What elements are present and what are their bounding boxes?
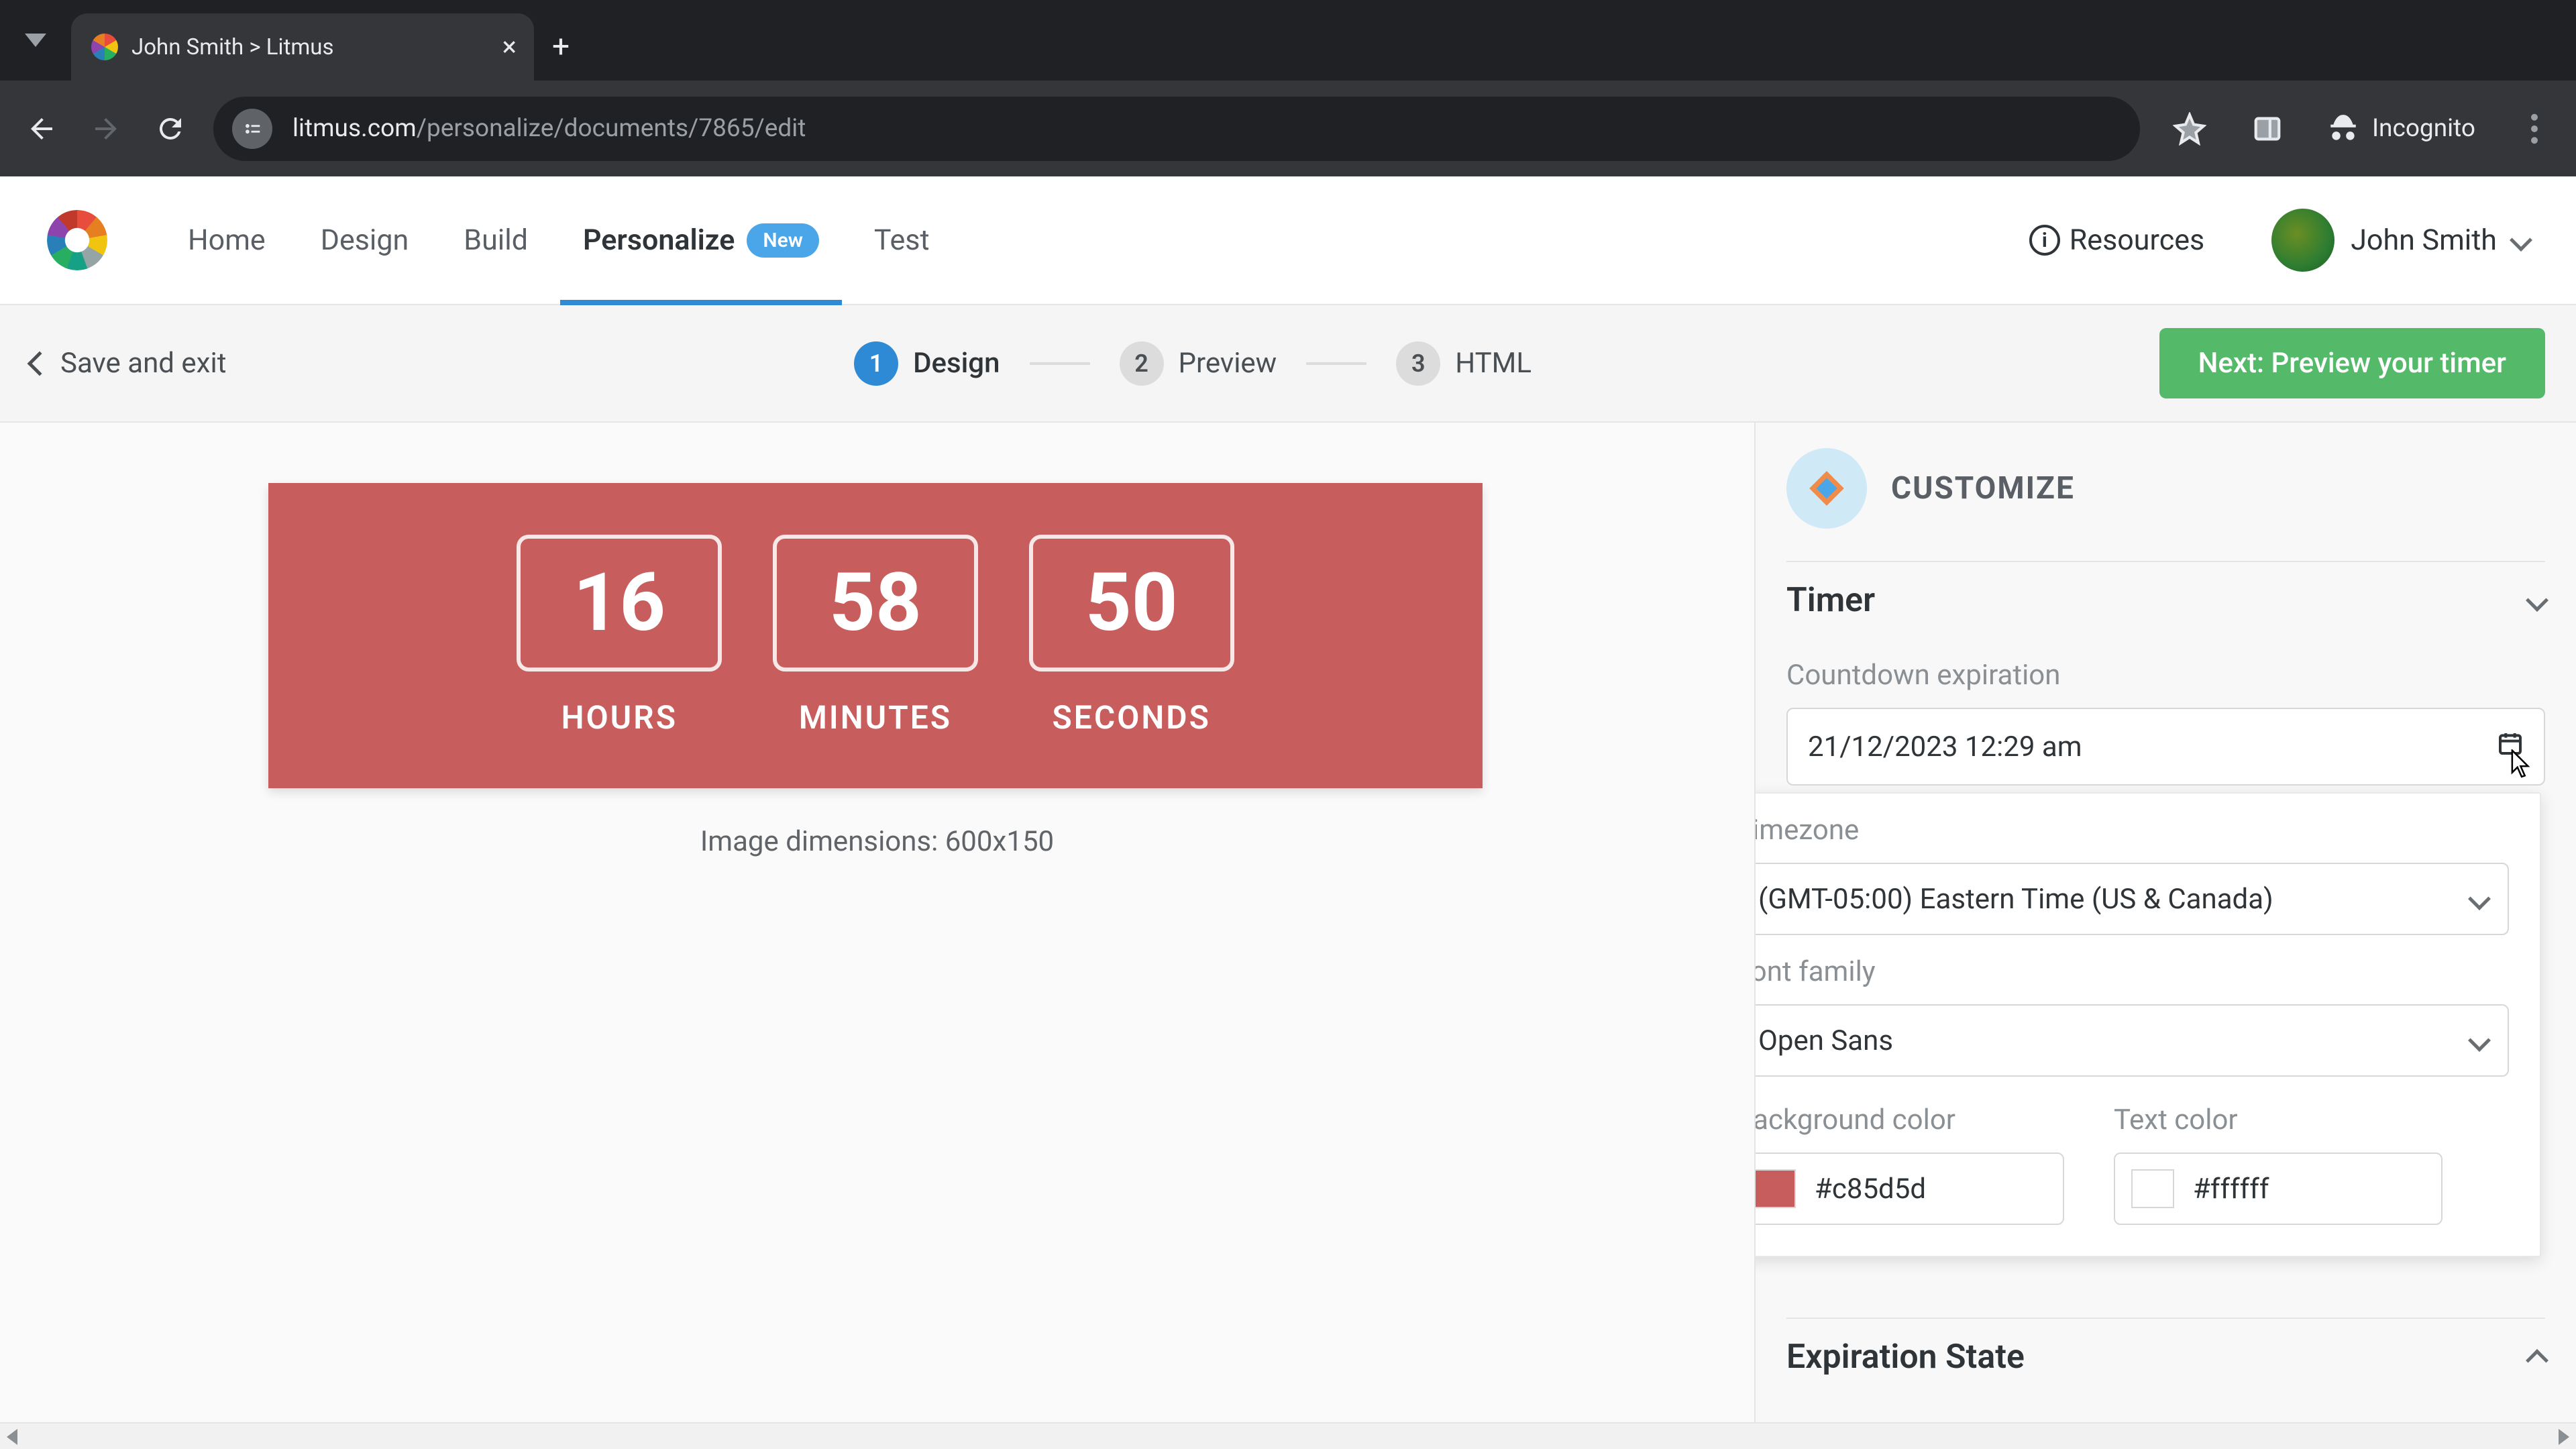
- incognito-indicator[interactable]: Incognito: [2313, 112, 2489, 146]
- nav-build[interactable]: Build: [464, 176, 528, 304]
- step-divider: [1030, 362, 1090, 365]
- chevron-down-icon: [2526, 589, 2548, 612]
- avatar: [2271, 209, 2334, 272]
- image-dimensions: Image dimensions: 600x150: [0, 825, 1754, 858]
- forward-button[interactable]: [74, 97, 138, 161]
- step-design[interactable]: 1 Design: [854, 341, 1000, 386]
- user-menu[interactable]: John Smith: [2271, 209, 2529, 272]
- textcolor-swatch[interactable]: [2131, 1169, 2174, 1208]
- timezone-select[interactable]: (GMT-05:00) Eastern Time (US & Canada): [1754, 863, 2509, 935]
- sub-bar: Save and exit 1 Design 2 Preview 3 HTML …: [0, 305, 2576, 423]
- textcolor-label: Text color: [2114, 1104, 2443, 1136]
- favicon-icon: [91, 34, 118, 60]
- tab-search-button[interactable]: [0, 0, 71, 80]
- chevron-down-icon: [2468, 888, 2491, 910]
- browser-tab[interactable]: John Smith > Litmus ×: [71, 13, 534, 80]
- nav-home[interactable]: Home: [188, 176, 266, 304]
- info-icon: i: [2029, 225, 2060, 256]
- nav-design[interactable]: Design: [321, 176, 409, 304]
- customize-title: CUSTOMIZE: [1891, 470, 2075, 506]
- app-nav: Home Design Build Personalize New Test i…: [0, 176, 2576, 305]
- customize-panel: CUSTOMIZE Timer Countdown expiration 21/…: [1754, 423, 2576, 1422]
- bgcolor-swatch[interactable]: [1754, 1169, 1796, 1208]
- step-divider: [1306, 362, 1366, 365]
- nav-personalize[interactable]: Personalize New: [583, 176, 819, 304]
- new-badge: New: [747, 223, 819, 258]
- browser-menu-button[interactable]: [2502, 97, 2567, 161]
- customize-icon: [1786, 448, 1867, 529]
- save-exit-button[interactable]: Save and exit: [31, 347, 226, 380]
- section-expiration[interactable]: Expiration State: [1786, 1318, 2545, 1395]
- chevron-down-icon: [2510, 229, 2532, 252]
- url-domain: litmus.com: [292, 114, 417, 143]
- new-tab-button[interactable]: +: [534, 13, 588, 80]
- close-tab-icon[interactable]: ×: [502, 34, 517, 60]
- textcolor-input[interactable]: #ffffff: [2114, 1152, 2443, 1225]
- chevron-down-icon: [2468, 1029, 2491, 1052]
- countdown-label: Countdown expiration: [1786, 659, 2545, 692]
- url-path: /personalize/documents/7865/edit: [417, 114, 806, 143]
- cursor-icon: [2510, 749, 2533, 786]
- horizontal-scrollbar[interactable]: [0, 1422, 2576, 1449]
- font-label: Font family: [1754, 955, 2509, 988]
- back-button[interactable]: [9, 97, 74, 161]
- site-info-icon[interactable]: [232, 109, 272, 149]
- address-bar[interactable]: litmus.com/personalize/documents/7865/ed…: [213, 97, 2140, 161]
- section-timer[interactable]: Timer: [1786, 561, 2545, 639]
- step-html[interactable]: 3 HTML: [1396, 341, 1532, 386]
- font-select[interactable]: Open Sans: [1754, 1004, 2509, 1077]
- next-preview-button[interactable]: Next: Preview your timer: [2159, 328, 2545, 398]
- bgcolor-label: Background color: [1754, 1104, 2064, 1136]
- resources-link[interactable]: i Resources: [2029, 223, 2204, 257]
- user-name: John Smith: [2351, 223, 2497, 257]
- step-preview[interactable]: 2 Preview: [1120, 341, 1277, 386]
- timer-seconds: 50 SECONDS: [1029, 535, 1234, 737]
- step-indicator: 1 Design 2 Preview 3 HTML: [226, 341, 2159, 386]
- tab-title: John Smith > Litmus: [131, 34, 334, 60]
- countdown-input[interactable]: 21/12/2023 12:29 am: [1786, 708, 2545, 786]
- bgcolor-input[interactable]: #c85d5d: [1754, 1152, 2064, 1225]
- chevron-up-icon: [2526, 1349, 2548, 1372]
- litmus-logo[interactable]: [47, 210, 107, 270]
- arrow-left-icon: [28, 351, 52, 376]
- timer-hours: 16 HOURS: [517, 535, 722, 737]
- side-panel-button[interactable]: [2235, 97, 2300, 161]
- reload-button[interactable]: [138, 97, 203, 161]
- timer-minutes: 58 MINUTES: [773, 535, 978, 737]
- timezone-label: Timezone: [1754, 814, 2509, 847]
- nav-test[interactable]: Test: [874, 176, 930, 304]
- incognito-label: Incognito: [2372, 114, 2475, 143]
- timer-preview[interactable]: 16 HOURS 58 MINUTES 50 SECONDS: [268, 483, 1483, 788]
- canvas: 16 HOURS 58 MINUTES 50 SECONDS Image dim…: [0, 423, 1754, 1422]
- bookmark-button[interactable]: [2157, 97, 2222, 161]
